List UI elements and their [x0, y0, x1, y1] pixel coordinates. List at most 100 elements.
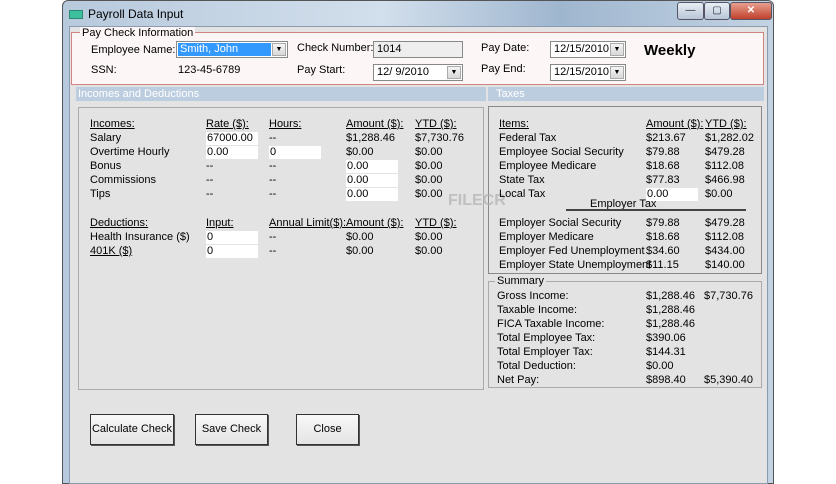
ytd-value: $7,730.76: [415, 132, 464, 144]
summary-label: Total Deduction:: [497, 360, 576, 372]
employer-tax-divider: [566, 209, 746, 211]
rate-value: --: [206, 174, 214, 186]
tax-ytd: $112.08: [705, 160, 744, 172]
watermark: FILECR: [448, 192, 506, 209]
chevron-down-icon[interactable]: ▼: [610, 66, 624, 79]
pay-date-label: Pay Date:: [481, 42, 530, 54]
window-title: Payroll Data Input: [88, 7, 184, 21]
employer-tax-ytd: $140.00: [705, 259, 745, 271]
tax-amount: $79.88: [646, 146, 680, 158]
employer-tax-ytd: $479.28: [705, 217, 745, 229]
ytd-value: $0.00: [415, 188, 443, 200]
summary-legend: Summary: [495, 275, 547, 287]
minimize-button[interactable]: —: [677, 2, 704, 20]
tax-header: Amount ($):: [646, 118, 704, 130]
income-label: Commissions: [90, 174, 157, 186]
paycheck-legend: Pay Check Information: [80, 27, 196, 39]
income-header: Incomes:: [90, 118, 135, 130]
employer-tax-ytd: $112.08: [705, 231, 744, 243]
tax-amount: $213.67: [646, 132, 686, 144]
payroll-window: Payroll Data Input — ▢ ✕ Pay Check Infor…: [62, 0, 774, 484]
rate-input[interactable]: 67000.00: [206, 132, 258, 145]
tax-amount: $18.68: [646, 160, 680, 172]
deduction-input[interactable]: 0: [206, 245, 258, 258]
summary-label: Net Pay:: [497, 374, 540, 386]
taxes-section-header: Taxes: [488, 87, 764, 101]
hours-value: --: [269, 132, 277, 144]
pay-date-picker[interactable]: 12/15/2010 ▼: [550, 41, 626, 58]
close-window-button[interactable]: ✕: [730, 2, 772, 20]
income-label: Tips: [90, 188, 111, 200]
income-header: Amount ($):: [346, 118, 404, 130]
employee-name-value: Smith, John: [178, 43, 271, 56]
summary-amount: $898.40: [646, 374, 686, 386]
tax-label: Employee Social Security: [499, 146, 624, 158]
incomes-section-header: Incomes and Deductions: [76, 87, 486, 101]
check-number-field[interactable]: 1014: [373, 41, 463, 58]
rate-input[interactable]: 0.00: [206, 146, 258, 159]
summary-label: Total Employer Tax:: [497, 346, 593, 358]
summary-label: Taxable Income:: [497, 304, 578, 316]
pay-end-value: 12/15/2010: [554, 66, 610, 78]
amount-value: $1,288.46: [346, 132, 395, 144]
pay-end-label: Pay End:: [481, 63, 526, 75]
app-icon: [69, 10, 83, 19]
ssn-label: SSN:: [91, 64, 117, 76]
pay-end-picker[interactable]: 12/15/2010 ▼: [550, 64, 626, 81]
chevron-down-icon[interactable]: ▼: [447, 66, 461, 79]
deduction-header: Input:: [206, 217, 234, 229]
pay-start-label: Pay Start:: [297, 64, 346, 76]
employer-tax-label: Employer Medicare: [499, 231, 594, 243]
amount-input[interactable]: 0.00: [346, 188, 398, 201]
deduction-header: YTD ($):: [415, 217, 457, 229]
hours-value: --: [269, 188, 277, 200]
chevron-down-icon[interactable]: ▼: [272, 43, 286, 56]
ytd-value: $0.00: [415, 146, 443, 158]
employee-name-label: Employee Name:: [91, 44, 176, 56]
pay-frequency: Weekly: [644, 42, 696, 59]
pay-start-picker[interactable]: 12/ 9/2010 ▼: [373, 64, 463, 81]
deduction-input[interactable]: 0: [206, 231, 258, 244]
ssn-value: 123-45-6789: [178, 64, 241, 76]
amount-value: $0.00: [346, 231, 374, 243]
employee-name-combo[interactable]: Smith, John ▼: [176, 41, 288, 58]
summary-amount: $1,288.46: [646, 318, 695, 330]
tax-amount: $77.83: [646, 174, 680, 186]
summary-amount: $144.31: [646, 346, 686, 358]
tax-ytd: $479.28: [705, 146, 745, 158]
hours-input[interactable]: 0: [269, 146, 321, 159]
calculate-check-button[interactable]: Calculate Check: [90, 414, 174, 445]
client-area: Pay Check Information Employee Name: Smi…: [69, 26, 768, 484]
local-tax-input[interactable]: 0.00: [646, 188, 698, 201]
chevron-down-icon[interactable]: ▼: [610, 43, 624, 56]
tax-ytd: $1,282.02: [705, 132, 754, 144]
annual-limit-value: --: [269, 231, 277, 243]
amount-value: $0.00: [346, 146, 374, 158]
ytd-value: $0.00: [415, 160, 443, 172]
tax-label: State Tax: [499, 174, 545, 186]
save-check-button[interactable]: Save Check: [195, 414, 268, 445]
summary-label: FICA Taxable Income:: [497, 318, 605, 330]
maximize-button[interactable]: ▢: [704, 2, 730, 20]
tax-label: Employee Medicare: [499, 160, 597, 172]
close-button[interactable]: Close: [296, 414, 359, 445]
rate-value: --: [206, 160, 214, 172]
deduction-label[interactable]: 401K ($): [90, 245, 132, 257]
amount-input[interactable]: 0.00: [346, 160, 398, 173]
employer-tax-label: Employer State Unemployment: [499, 259, 652, 271]
hours-value: --: [269, 174, 277, 186]
employer-tax-label: Employer Fed Unemployment: [499, 245, 645, 257]
pay-start-value: 12/ 9/2010: [377, 66, 429, 78]
annual-limit-value: --: [269, 245, 277, 257]
tax-header: Items:: [499, 118, 529, 130]
summary-amount: $390.06: [646, 332, 686, 344]
tax-ytd: $466.98: [705, 174, 745, 186]
ytd-value: $0.00: [415, 174, 443, 186]
amount-input[interactable]: 0.00: [346, 174, 398, 187]
amount-value: $0.00: [346, 245, 374, 257]
summary-label: Gross Income:: [497, 290, 569, 302]
summary-ytd: $5,390.40: [704, 374, 753, 386]
income-label: Overtime Hourly: [90, 146, 170, 158]
ytd-value: $0.00: [415, 231, 443, 243]
tax-label: Local Tax: [499, 188, 546, 200]
